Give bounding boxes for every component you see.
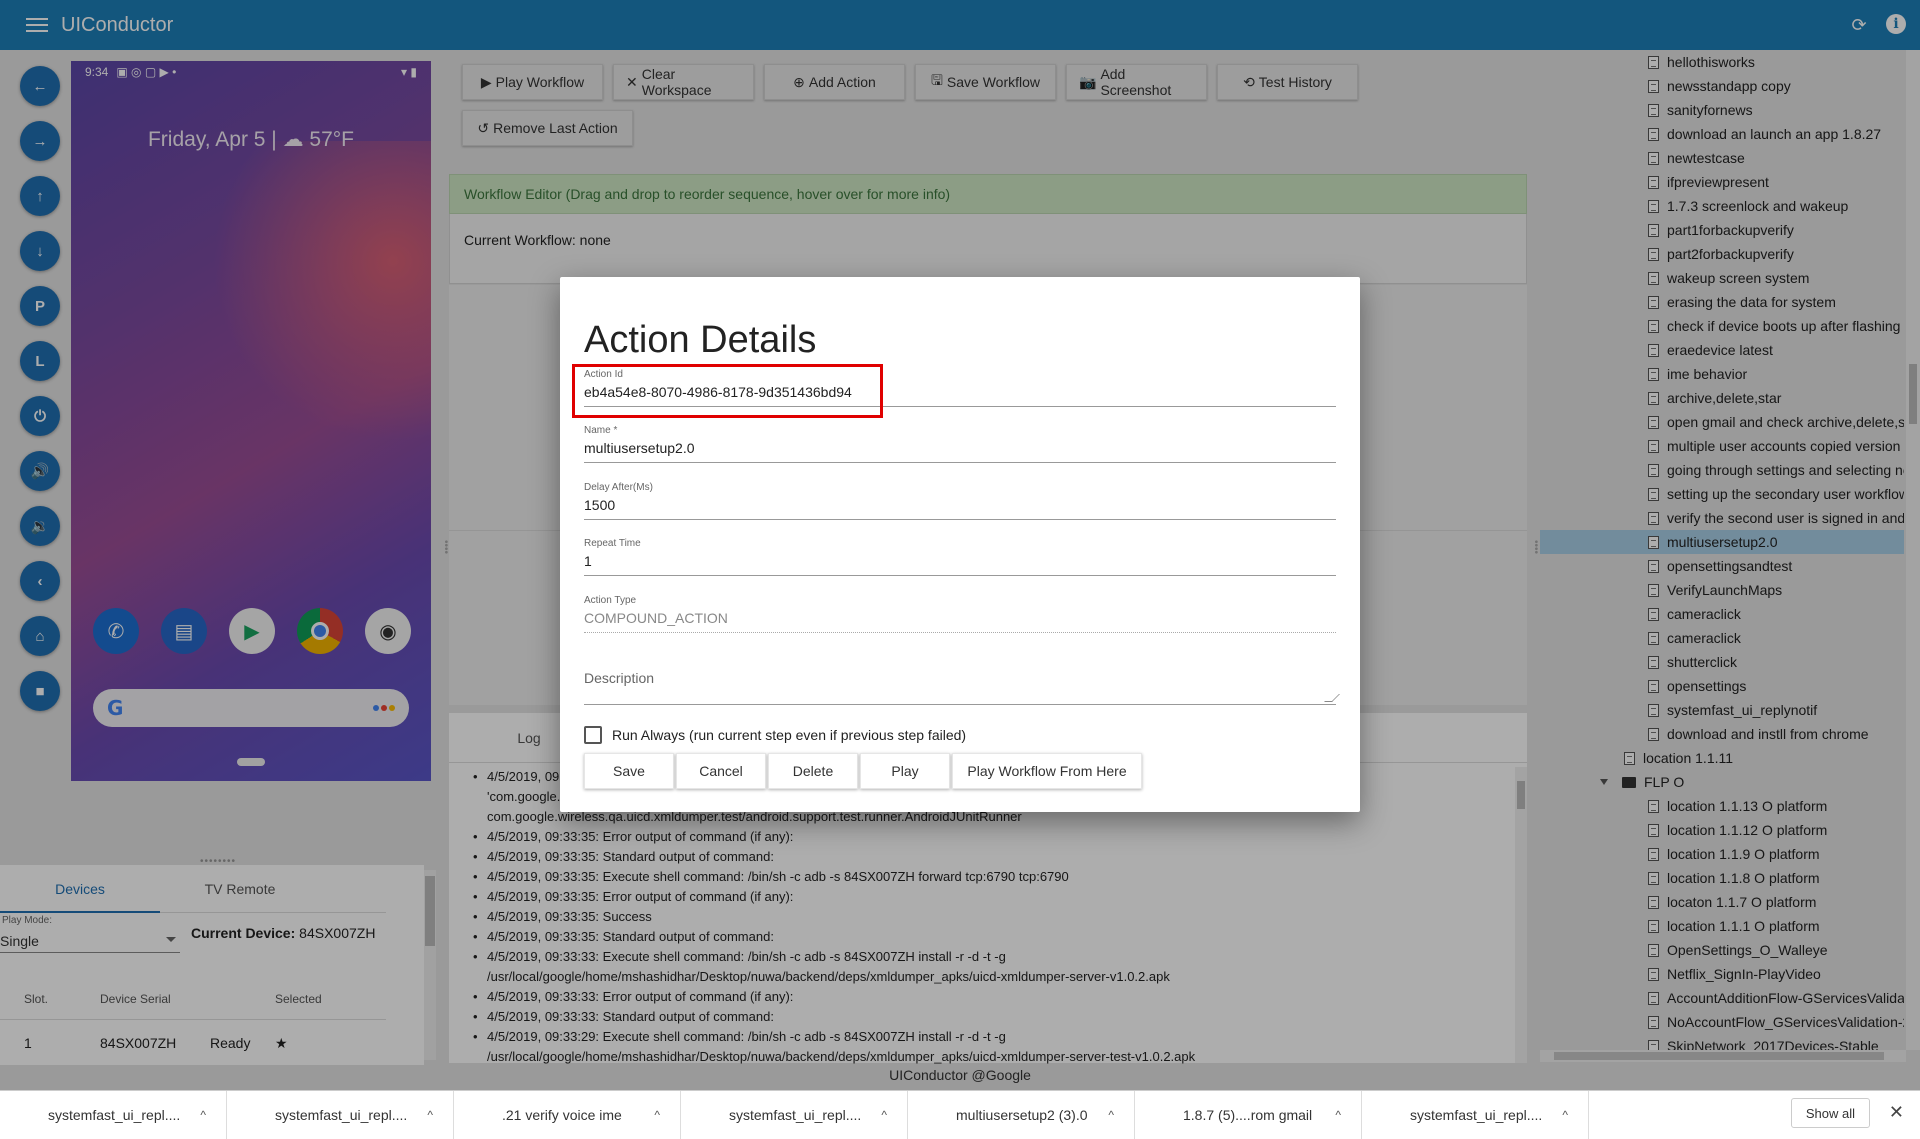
download-filename: multiusersetup2 (3).0 bbox=[956, 1107, 1088, 1123]
chevron-up-icon[interactable]: ^ bbox=[1335, 1108, 1341, 1122]
play-button[interactable]: Play bbox=[860, 753, 950, 789]
download-item[interactable]: systemfast_ui_repl.... ^ bbox=[1362, 1090, 1589, 1139]
chevron-up-icon[interactable]: ^ bbox=[427, 1108, 433, 1122]
delay-value: 1500 bbox=[584, 497, 616, 513]
play-workflow-from-here-button[interactable]: Play Workflow From Here bbox=[952, 753, 1142, 789]
download-filename: 1.8.7 (5)....rom gmail bbox=[1183, 1107, 1313, 1123]
action-type-field: Action Type COMPOUND_ACTION bbox=[584, 595, 1336, 633]
repeat-field[interactable]: Repeat Time 1 bbox=[584, 538, 1336, 576]
run-always-checkbox[interactable] bbox=[584, 726, 602, 744]
close-icon[interactable]: ✕ bbox=[1889, 1102, 1904, 1123]
download-item[interactable]: systemfast_ui_repl.... ^ bbox=[0, 1090, 227, 1139]
run-always-row[interactable]: Run Always (run current step even if pre… bbox=[584, 726, 966, 744]
download-filename: systemfast_ui_repl.... bbox=[48, 1107, 181, 1123]
cancel-button[interactable]: Cancel bbox=[676, 753, 766, 789]
name-label: Name * bbox=[584, 425, 618, 436]
dialog-title: Action Details bbox=[584, 319, 817, 361]
name-value: multiusersetup2.0 bbox=[584, 440, 695, 456]
delete-button[interactable]: Delete bbox=[768, 753, 858, 789]
show-all-button[interactable]: Show all bbox=[1790, 1098, 1870, 1128]
resize-grip-icon[interactable] bbox=[1324, 694, 1340, 702]
chevron-up-icon[interactable]: ^ bbox=[200, 1108, 206, 1122]
delay-field[interactable]: Delay After(Ms) 1500 bbox=[584, 482, 1336, 520]
download-item[interactable]: systemfast_ui_repl.... ^ bbox=[681, 1090, 908, 1139]
chevron-up-icon[interactable]: ^ bbox=[654, 1108, 660, 1122]
download-filename: .21 verify voice ime bbox=[502, 1107, 622, 1123]
chevron-up-icon[interactable]: ^ bbox=[1562, 1108, 1568, 1122]
download-item[interactable]: 1.8.7 (5)....rom gmail ^ bbox=[1135, 1090, 1362, 1139]
action-id-highlight bbox=[572, 364, 883, 418]
action-details-dialog: Action Details Action Id eb4a54e8-8070-4… bbox=[560, 277, 1360, 812]
chevron-up-icon[interactable]: ^ bbox=[1108, 1108, 1114, 1122]
download-bar: systemfast_ui_repl.... ^ systemfast_ui_rep… bbox=[0, 1090, 1920, 1139]
download-item[interactable]: systemfast_ui_repl.... ^ bbox=[227, 1090, 454, 1139]
description-field[interactable]: Description bbox=[584, 670, 1340, 705]
save-button[interactable]: Save bbox=[584, 753, 674, 789]
dialog-buttons: Save Cancel Delete Play Play Workflow From H… bbox=[584, 753, 1142, 789]
download-item[interactable]: multiusersetup2 (3).0 ^ bbox=[908, 1090, 1135, 1139]
download-filename: systemfast_ui_repl.... bbox=[729, 1107, 862, 1123]
action-type-label: Action Type bbox=[584, 595, 637, 606]
repeat-label: Repeat Time bbox=[584, 538, 641, 549]
name-field[interactable]: Name * multiusersetup2.0 bbox=[584, 425, 1336, 463]
delay-label: Delay After(Ms) bbox=[584, 482, 653, 493]
action-type-value: COMPOUND_ACTION bbox=[584, 610, 728, 626]
repeat-value: 1 bbox=[584, 553, 592, 569]
chevron-up-icon[interactable]: ^ bbox=[881, 1108, 887, 1122]
download-filename: systemfast_ui_repl.... bbox=[275, 1107, 408, 1123]
download-filename: systemfast_ui_repl.... bbox=[1410, 1107, 1543, 1123]
download-item[interactable]: .21 verify voice ime ^ bbox=[454, 1090, 681, 1139]
run-always-label: Run Always (run current step even if pre… bbox=[612, 727, 967, 743]
description-placeholder: Description bbox=[584, 670, 655, 686]
